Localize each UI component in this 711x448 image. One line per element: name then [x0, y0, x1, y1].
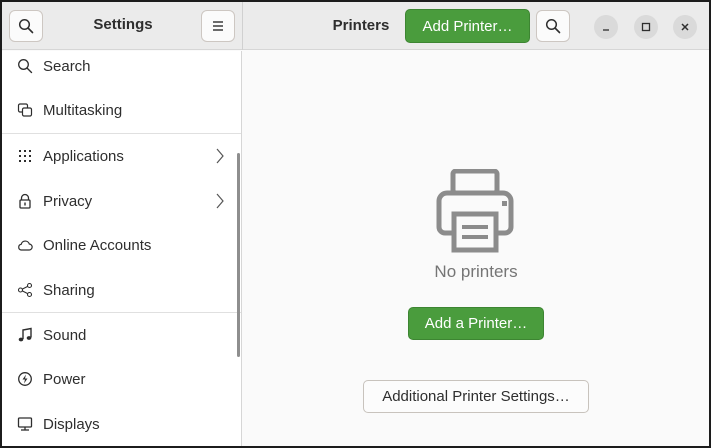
printers-panel: No printers Add a Printer… Additional Pr…	[243, 51, 709, 446]
sidebar-item-label: Sound	[43, 326, 87, 344]
maximize-icon	[641, 22, 651, 32]
menu-icon	[213, 21, 223, 31]
sidebar-item-applications[interactable]: Applications	[2, 134, 241, 178]
settings-window: Settings Printers Add Printer… Search Mu…	[0, 0, 711, 448]
sidebar-scrollbar[interactable]	[237, 153, 240, 357]
close-button[interactable]	[673, 15, 697, 39]
music-note-icon	[16, 326, 34, 344]
search-icon	[18, 18, 34, 34]
additional-printer-settings-button[interactable]: Additional Printer Settings…	[363, 380, 589, 413]
sidebar-item-sharing[interactable]: Sharing	[2, 268, 241, 312]
sidebar-item-search[interactable]: Search	[2, 51, 241, 88]
power-icon	[16, 370, 34, 388]
sidebar-search-button[interactable]	[9, 10, 43, 42]
close-icon	[681, 23, 689, 31]
sidebar-title: Settings	[93, 16, 153, 33]
minimize-button[interactable]	[594, 15, 618, 39]
lock-icon	[16, 192, 34, 210]
sidebar-item-label: Multitasking	[43, 101, 123, 119]
add-printer-button[interactable]: Add Printer…	[405, 9, 530, 43]
page-title: Printers	[332, 17, 390, 34]
chevron-right-icon	[216, 148, 224, 164]
sidebar-item-label: Power	[43, 370, 86, 388]
sidebar-item-label: Sharing	[43, 281, 95, 299]
sidebar-item-power[interactable]: Power	[2, 357, 241, 401]
printer-search-button[interactable]	[536, 10, 570, 42]
header-bar: Settings Printers Add Printer…	[2, 2, 709, 50]
multitasking-icon	[16, 101, 34, 119]
sidebar: Search Multitasking Applications Privacy…	[2, 51, 242, 446]
search-icon	[545, 18, 561, 34]
share-icon	[16, 281, 34, 299]
sidebar-item-label: Privacy	[43, 192, 93, 210]
sidebar-item-label: Applications	[43, 147, 124, 165]
main-menu-button[interactable]	[201, 10, 235, 42]
add-a-printer-button[interactable]: Add a Printer…	[408, 307, 544, 340]
maximize-button[interactable]	[634, 15, 658, 39]
sidebar-item-multitasking[interactable]: Multitasking	[2, 88, 241, 132]
search-icon	[16, 57, 34, 75]
sidebar-item-label: Search	[43, 57, 91, 75]
minimize-icon	[603, 29, 609, 31]
empty-state-text: No printers	[434, 262, 518, 281]
sidebar-item-displays[interactable]: Displays	[2, 402, 241, 446]
cloud-icon	[16, 236, 34, 254]
sidebar-item-label: Displays	[43, 415, 100, 433]
header-divider	[242, 2, 243, 50]
applications-grid-icon	[16, 147, 34, 165]
printer-icon	[436, 169, 514, 253]
sidebar-item-online-accounts[interactable]: Online Accounts	[2, 223, 241, 267]
chevron-right-icon	[216, 193, 224, 209]
sidebar-item-label: Online Accounts	[43, 236, 152, 254]
sidebar-item-privacy[interactable]: Privacy	[2, 179, 241, 223]
sidebar-item-sound[interactable]: Sound	[2, 313, 241, 357]
display-icon	[16, 415, 34, 433]
